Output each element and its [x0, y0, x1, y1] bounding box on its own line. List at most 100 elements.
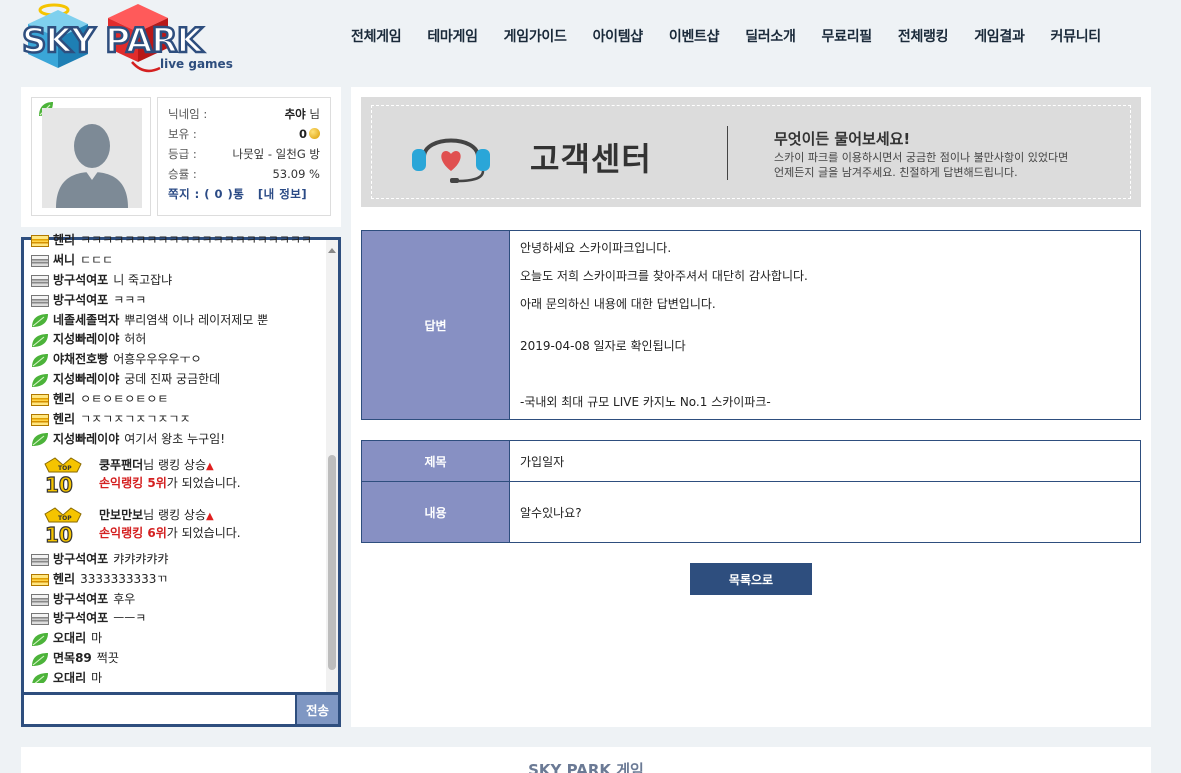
scroll-thumb[interactable] [328, 455, 336, 670]
rank-nick[interactable]: 만보만보 [99, 508, 143, 522]
chat-line: 방구석여포 ㅋㅋㅋ [31, 291, 326, 311]
top10-badge-icon: 10TOP [44, 457, 82, 494]
gray-grade-icon [31, 274, 49, 287]
chat-message: ㅡㅡㅋ [113, 611, 147, 626]
chat-message: 후우 [113, 591, 136, 606]
winrate-value: 53.09 % [272, 167, 320, 181]
svg-text:10: 10 [45, 473, 73, 494]
chat-nick[interactable]: 써니 [53, 251, 75, 271]
grade-value: 나뭇잎 - 일천G 방 [232, 147, 320, 161]
rank-up-arrow-icon: ▲ [206, 511, 214, 523]
footer-title: SKY PARK 게임 [528, 761, 644, 773]
chat-nick[interactable]: 방구석여포 [53, 590, 108, 610]
cs-title: 고객센터 [530, 140, 652, 178]
headset-heart-icon [412, 138, 490, 183]
leaf-grade-icon [32, 652, 48, 666]
my-info-link[interactable]: [내 정보] [258, 187, 307, 201]
sky-park-logo[interactable]: SKY PARK live games [20, 2, 235, 78]
chat-message: 허허 [124, 332, 147, 347]
leaf-grade-icon [32, 433, 48, 447]
chat-nick[interactable]: 방구석여포 [53, 291, 108, 311]
leaf-grade-icon [32, 672, 48, 683]
nav-ranking[interactable]: 전체랭킹 [898, 26, 949, 46]
chat-input-row: 전송 [24, 692, 338, 724]
svg-text:TOP: TOP [58, 515, 72, 522]
nav-dealers[interactable]: 딜러소개 [745, 26, 796, 46]
chat-nick[interactable]: 오대리 [53, 669, 86, 683]
chat-nick[interactable]: 헨리 [53, 231, 75, 251]
chat-scrollbar[interactable] [326, 240, 338, 692]
nav-all-games[interactable]: 전체게임 [351, 26, 402, 46]
logo-subtext: live games [160, 57, 233, 71]
nav-game-guide[interactable]: 게임가이드 [504, 26, 567, 46]
leaf-grade-icon [32, 373, 48, 387]
chat-input[interactable] [24, 695, 295, 724]
back-to-list-button[interactable]: 목록으로 [690, 563, 812, 595]
chat-nick[interactable]: 야채전호빵 [53, 350, 108, 370]
nav-community[interactable]: 커뮤니티 [1051, 26, 1102, 46]
chat-nick[interactable]: 방구석여포 [53, 609, 108, 629]
content-value: 알수있나요? [520, 505, 582, 520]
holdings-row: 보유 : 0 [168, 124, 320, 144]
chat-message: 마 [91, 631, 103, 646]
chat-line: 써니 ㄷㄷㄷ [31, 251, 326, 271]
message-count-link[interactable]: 쪽지 : ( 0 )통 [168, 187, 244, 201]
chat-line: 헨리 3333333333ㄲ [31, 570, 326, 590]
chat-line: 오대리 마 [31, 669, 326, 683]
main-content: 고객센터 무엇이든 물어보세요! 스카이 파크를 이용하시면서 궁금한 점이나 … [351, 87, 1151, 727]
nav-item-shop[interactable]: 아이템샵 [593, 26, 644, 46]
message-row: 쪽지 : ( 0 )통 [내 정보] [168, 186, 320, 202]
nav-event-shop[interactable]: 이벤트샵 [669, 26, 720, 46]
gray-grade-icon [31, 254, 49, 267]
chat-message: 어흥우우우우ㅜㅇ [113, 352, 202, 367]
chat-message: ㅋㅋㅋㅋㅋㅋㅋㅋㅋㅋㅋㅋㅋㅋㅋㅋㅋㅋㅋㅋㅋ [80, 233, 312, 247]
gray-grade-icon [31, 294, 49, 307]
chat-nick[interactable]: 지성빠레이야 [53, 370, 119, 390]
user-silhouette-icon [42, 108, 142, 208]
holdings-value: 0 [298, 127, 307, 141]
chat-nick[interactable]: 헨리 [53, 390, 75, 410]
grade-row: 등급 : 나뭇잎 - 일천G 방 [168, 144, 320, 164]
chat-nick[interactable]: 지성빠레이야 [53, 330, 119, 350]
rank-value: 손익랭킹 5위 [99, 476, 167, 491]
chat-nick[interactable]: 헨리 [53, 570, 75, 590]
chat-nick[interactable]: 오대리 [53, 629, 86, 649]
chat-nick[interactable]: 지성빠레이야 [53, 430, 119, 450]
chat-nick[interactable]: 방구석여포 [53, 550, 108, 570]
title-label: 제목 [362, 441, 510, 481]
gold-grade-icon [31, 413, 49, 426]
chat-line: 방구석여포 니 죽고잡냐 [31, 271, 326, 291]
chat-line: 헨리 ㅋㅋㅋㅋㅋㅋㅋㅋㅋㅋㅋㅋㅋㅋㅋㅋㅋㅋㅋㅋㅋ [31, 231, 326, 251]
rank-nick[interactable]: 쿵푸팬더 [99, 458, 143, 472]
chat-send-button[interactable]: 전송 [295, 695, 338, 724]
scroll-up-arrow-icon[interactable] [328, 248, 336, 253]
chat-nick[interactable]: 헨리 [53, 410, 75, 430]
user-info: 닉네임 : 추야 님 보유 : 0 등급 : 나뭇잎 - 일천G 방 승률 : … [157, 97, 331, 216]
chat-nick[interactable]: 면목89 [53, 649, 92, 669]
chat-message: ㅋㅋㅋ [113, 292, 147, 307]
chat-message-list[interactable]: 헨리 ㅋㅋㅋㅋㅋㅋㅋㅋㅋㅋㅋㅋㅋㅋㅋㅋㅋㅋㅋㅋㅋ 써니 ㄷㄷㄷ 방구석여포 니 죽고잡냐 방… [24, 231, 326, 683]
chat-nick[interactable]: 방구석여포 [53, 271, 108, 291]
gold-grade-icon [31, 234, 49, 247]
cs-description: 스카이 파크를 이용하시면서 궁금한 점이나 불만사항이 있었다면 언제든지 글… [774, 151, 1069, 179]
divider [727, 126, 728, 180]
coin-icon [309, 128, 320, 139]
avatar-frame [31, 97, 151, 216]
nav-game-results[interactable]: 게임결과 [974, 26, 1025, 46]
nav-free-refill[interactable]: 무료리필 [822, 26, 873, 46]
question-table: 제목 가입일자 내용 알수있나요? [361, 440, 1141, 543]
chat-nick[interactable]: 네졸세졸먹자 [53, 311, 119, 331]
chat-line: 방구석여포 ㅡㅡㅋ [31, 609, 326, 629]
nickname-value: 추야 [284, 107, 306, 121]
leaf-grade-icon [32, 632, 48, 646]
main-nav: 전체게임 테마게임 게임가이드 아이템샵 이벤트샵 딜러소개 무료리필 전체랭킹… [338, 26, 1114, 46]
gold-grade-icon [31, 573, 49, 586]
nickname-row: 닉네임 : 추야 님 [168, 107, 320, 121]
nav-theme-games[interactable]: 테마게임 [427, 26, 478, 46]
rank-up-arrow-icon: ▲ [206, 461, 214, 473]
rank-up-notice: 10 TOP 만보만보님 랭킹 상승▲ 손익랭킹 6위가 되었습니다. [31, 500, 326, 550]
customer-center-banner: 고객센터 무엇이든 물어보세요! 스카이 파크를 이용하시면서 궁금한 점이나 … [361, 97, 1141, 207]
chat-line: 방구석여포 후우 [31, 590, 326, 610]
cs-subtitle: 무엇이든 물어보세요! [774, 130, 911, 148]
gray-grade-icon [31, 553, 49, 566]
